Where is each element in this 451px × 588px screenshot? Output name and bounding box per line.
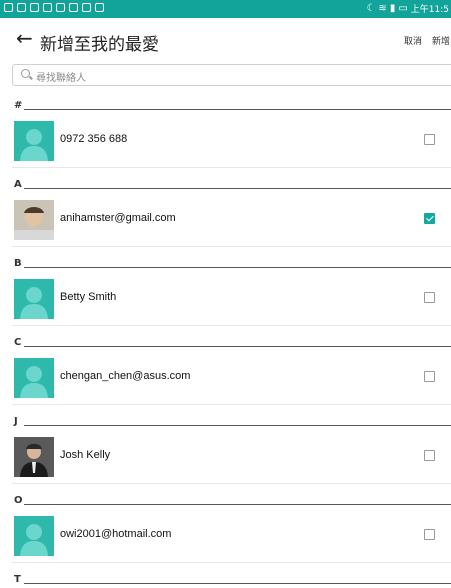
section-header: C: [0, 337, 451, 351]
section-letter: T: [14, 574, 21, 585]
default-avatar-icon: [20, 129, 48, 161]
contact-row[interactable]: chengan_chen@asus.com: [0, 351, 451, 405]
sim-icon: ▮: [389, 2, 396, 14]
avatar: [14, 358, 54, 398]
section-divider: [24, 109, 451, 110]
section-header: O: [0, 495, 451, 509]
search-input[interactable]: 尋找聯絡人: [12, 64, 451, 86]
avatar: [14, 200, 54, 240]
clock: 上午11:5: [410, 5, 449, 15]
notification-icons: [4, 3, 104, 12]
section-letter: J: [14, 416, 18, 427]
section-divider: [24, 504, 451, 505]
avatar: [14, 279, 54, 319]
notification-icon: [69, 3, 78, 12]
select-checkbox[interactable]: [424, 213, 435, 224]
app-header: ← 新增至我的最愛 取消 新增: [0, 18, 451, 64]
battery-icon: ▭: [398, 2, 408, 14]
section-header: B: [0, 258, 451, 272]
section-letter: O: [14, 495, 23, 506]
row-divider: [12, 325, 451, 326]
section-divider: [24, 188, 451, 189]
notification-icon: [17, 3, 26, 12]
row-divider: [12, 167, 451, 168]
system-icons: ☾ ≋ ▮ ▭ 上午11:5: [366, 2, 449, 16]
contact-name: owi2001@hotmail.com: [60, 528, 172, 540]
notification-icon: [30, 3, 39, 12]
contact-name: chengan_chen@asus.com: [60, 370, 191, 382]
cancel-button[interactable]: 取消: [404, 34, 422, 47]
contact-name: Betty Smith: [60, 291, 117, 303]
contact-row[interactable]: 0972 356 688: [0, 114, 451, 168]
wifi-icon: ≋: [378, 2, 387, 14]
avatar: [14, 121, 54, 161]
default-avatar-icon: [20, 287, 48, 319]
avatar: [14, 516, 54, 556]
section-divider: [24, 267, 451, 268]
search-icon: [21, 69, 30, 78]
status-bar: ☾ ≋ ▮ ▭ 上午11:5: [0, 0, 451, 18]
row-divider: [12, 483, 451, 484]
section-divider: [24, 346, 451, 347]
notification-icon: [4, 3, 13, 12]
section-letter: A: [14, 179, 22, 190]
contact-row[interactable]: Josh Kelly: [0, 430, 451, 484]
select-checkbox[interactable]: [424, 529, 435, 540]
default-avatar-icon: [20, 366, 48, 398]
section-letter: C: [14, 337, 22, 348]
section-header: J: [0, 416, 451, 430]
notification-icon: [56, 3, 65, 12]
notification-icon: [82, 3, 91, 12]
contact-photo-icon: [14, 200, 54, 240]
contact-name: 0972 356 688: [60, 133, 128, 145]
row-divider: [12, 246, 451, 247]
select-checkbox[interactable]: [424, 450, 435, 461]
search-placeholder: 尋找聯絡人: [36, 73, 86, 84]
section-letter: B: [14, 258, 22, 269]
notification-icon: [95, 3, 104, 12]
row-divider: [12, 404, 451, 405]
avatar: [14, 437, 54, 477]
contact-name: anihamster@gmail.com: [60, 212, 176, 224]
contact-name: Josh Kelly: [60, 449, 111, 461]
section-letter: #: [14, 100, 23, 111]
page-title: 新增至我的最愛: [40, 35, 159, 55]
section-header: A: [0, 179, 451, 193]
moon-icon: ☾: [366, 2, 376, 14]
notification-icon: [43, 3, 52, 12]
contact-photo-icon: [14, 437, 54, 477]
default-avatar-icon: [20, 524, 48, 556]
section-divider: [24, 425, 451, 426]
section-header: #: [0, 100, 451, 114]
select-checkbox[interactable]: [424, 371, 435, 382]
add-button[interactable]: 新增: [432, 34, 450, 47]
section-header: T: [0, 574, 451, 588]
contact-row[interactable]: anihamster@gmail.com: [0, 193, 451, 247]
row-divider: [12, 562, 451, 563]
select-checkbox[interactable]: [424, 292, 435, 303]
back-arrow-icon[interactable]: ←: [16, 26, 33, 50]
select-checkbox[interactable]: [424, 134, 435, 145]
contact-row[interactable]: owi2001@hotmail.com: [0, 509, 451, 563]
contact-row[interactable]: Betty Smith: [0, 272, 451, 326]
section-divider: [24, 583, 451, 584]
